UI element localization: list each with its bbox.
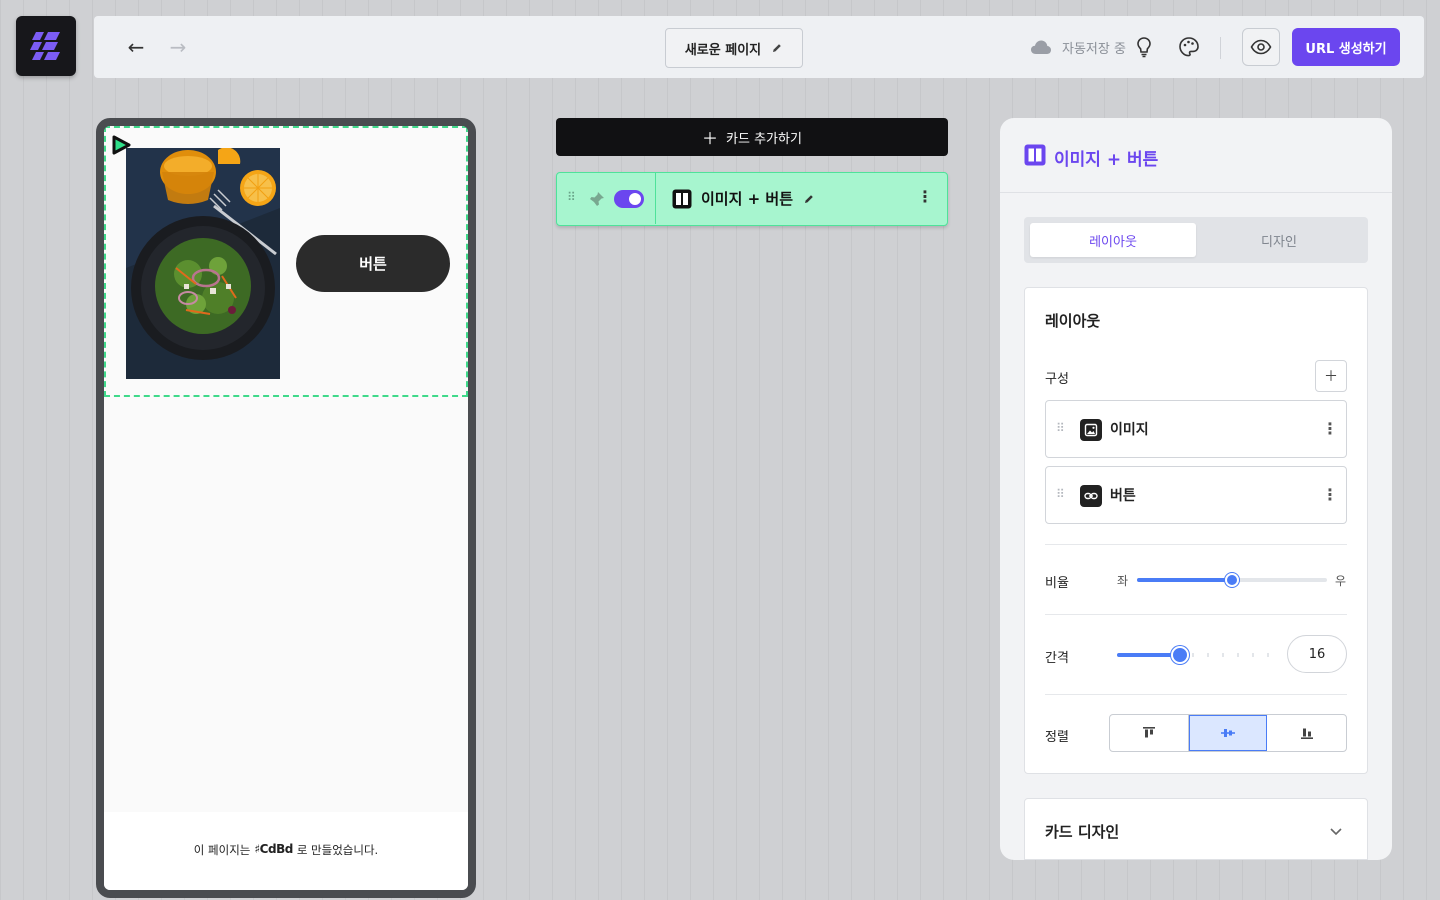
lightbulb-icon[interactable] [1136, 36, 1152, 58]
palette-icon [1179, 37, 1199, 57]
play-icon [112, 135, 131, 155]
eye-icon [1250, 39, 1272, 55]
pencil-icon [773, 44, 781, 52]
phone-preview: 버튼 이 페이지는 ♯CdBd 로 만들었습니다. [96, 118, 476, 898]
food-image [126, 148, 280, 379]
preview-button-element[interactable]: 버튼 [296, 235, 450, 292]
panel-title: 이미지 + 버튼 [1054, 150, 1159, 170]
align-top-button[interactable] [1110, 715, 1189, 751]
component-item-image[interactable]: ⠿ 이미지 ⋮ [1045, 400, 1347, 458]
page-title-field[interactable]: 새로운 페이지 [665, 28, 803, 68]
autosave-status: 자동저장 중 [1030, 36, 1152, 58]
component-item-button[interactable]: ⠿ 버튼 ⋮ [1045, 466, 1347, 524]
toolbar-divider [1220, 37, 1221, 59]
ratio-slider-thumb[interactable] [1225, 573, 1239, 587]
phone-footer: 이 페이지는 ♯CdBd 로 만들었습니다. [104, 812, 468, 890]
ratio-slider-fill [1137, 578, 1233, 582]
arrow-left-icon: ← [127, 35, 145, 59]
forward-button[interactable]: → [164, 34, 192, 60]
tab-layout[interactable]: 레이아웃 [1030, 223, 1196, 257]
section-divider [1045, 544, 1347, 545]
image-icon [1080, 419, 1102, 441]
chevron-down-icon[interactable] [1329, 827, 1343, 837]
more-icon[interactable]: ⋮ [1322, 419, 1338, 438]
align-center-button[interactable] [1188, 715, 1268, 751]
gap-slider[interactable] [1117, 646, 1273, 664]
generate-url-button[interactable]: URL 생성하기 [1292, 28, 1400, 66]
add-card-label: 카드 추가하기 [726, 131, 802, 147]
layout-section-title: 레이아웃 [1045, 312, 1101, 330]
composition-label: 구성 [1045, 372, 1069, 387]
plus-icon: ＋ [702, 129, 719, 148]
cloud-icon [1031, 40, 1051, 54]
drag-handle-icon[interactable]: ⠿ [1056, 421, 1065, 435]
split-layout-icon [1024, 144, 1046, 166]
pencil-icon[interactable] [803, 193, 815, 205]
drag-handle-icon[interactable]: ⠿ [1056, 487, 1065, 501]
autosave-text: 자동저장 중 [1062, 41, 1126, 57]
card-list-item[interactable]: ⠿ 이미지 + 버튼 ⋮ [556, 172, 948, 226]
pin-icon[interactable] [589, 191, 605, 207]
layout-section: 레이아웃 구성 ＋ ⠿ 이미지 ⋮ ⠿ 버튼 ⋮ 비율 좌 우 간격 16 정렬 [1024, 287, 1368, 774]
gap-label: 간격 [1045, 651, 1069, 666]
top-toolbar: ← → 새로운 페이지 자동저장 중 URL 생성하기 [94, 16, 1424, 78]
gap-input[interactable]: 16 [1287, 635, 1347, 673]
align-top-icon [1142, 727, 1155, 738]
arrow-right-icon: → [169, 35, 187, 59]
gap-slider-thumb[interactable] [1171, 646, 1189, 664]
align-bottom-button[interactable] [1267, 715, 1346, 751]
more-icon[interactable]: ⋮ [1322, 485, 1338, 504]
panel-tabs: 레이아웃 디자인 [1024, 217, 1368, 263]
settings-panel: 이미지 + 버튼 레이아웃 디자인 레이아웃 구성 ＋ ⠿ 이미지 ⋮ ⠿ 버튼… [1000, 118, 1392, 860]
section-divider [1045, 614, 1347, 615]
panel-header: 이미지 + 버튼 [1000, 118, 1392, 193]
split-layout-icon [672, 189, 692, 209]
footer-text-post: 로 만들었습니다. [296, 843, 379, 857]
app-logo[interactable] [16, 16, 76, 76]
align-label: 정렬 [1045, 730, 1069, 745]
drag-handle-icon[interactable]: ⠿ [567, 190, 576, 204]
ratio-right-label: 우 [1335, 574, 1347, 588]
align-bottom-icon [1300, 728, 1313, 739]
add-component-button[interactable]: ＋ [1315, 360, 1347, 392]
card-visibility-toggle[interactable] [614, 190, 644, 208]
row-divider [655, 173, 656, 224]
align-middle-icon [1220, 729, 1235, 737]
ratio-slider[interactable] [1137, 573, 1327, 587]
theme-button[interactable] [1176, 34, 1202, 60]
footer-brand: ♯CdBd [254, 842, 293, 856]
component-label: 이미지 [1110, 422, 1149, 438]
toggle-knob [629, 193, 641, 205]
link-icon [1080, 485, 1102, 507]
more-icon[interactable]: ⋮ [917, 187, 933, 206]
ratio-label: 비율 [1045, 576, 1069, 591]
card-title: 이미지 + 버튼 [701, 190, 794, 208]
component-label: 버튼 [1110, 488, 1136, 504]
back-button[interactable]: ← [122, 34, 150, 60]
page-title: 새로운 페이지 [684, 42, 762, 58]
selected-card-preview[interactable]: 버튼 [104, 126, 468, 397]
gap-slider-fill [1117, 653, 1179, 657]
plus-icon: ＋ [1324, 369, 1338, 385]
align-options [1109, 714, 1347, 752]
section-divider [1045, 694, 1347, 695]
footer-text-pre: 이 페이지는 [193, 843, 251, 857]
add-card-button[interactable]: ＋ 카드 추가하기 [556, 118, 948, 156]
card-design-section[interactable]: 카드 디자인 [1024, 798, 1368, 860]
preview-button[interactable] [1242, 28, 1280, 66]
cdbd-logo-icon [30, 32, 60, 60]
card-design-title: 카드 디자인 [1045, 823, 1120, 841]
tab-design[interactable]: 디자인 [1196, 223, 1362, 257]
ratio-left-label: 좌 [1117, 574, 1129, 588]
